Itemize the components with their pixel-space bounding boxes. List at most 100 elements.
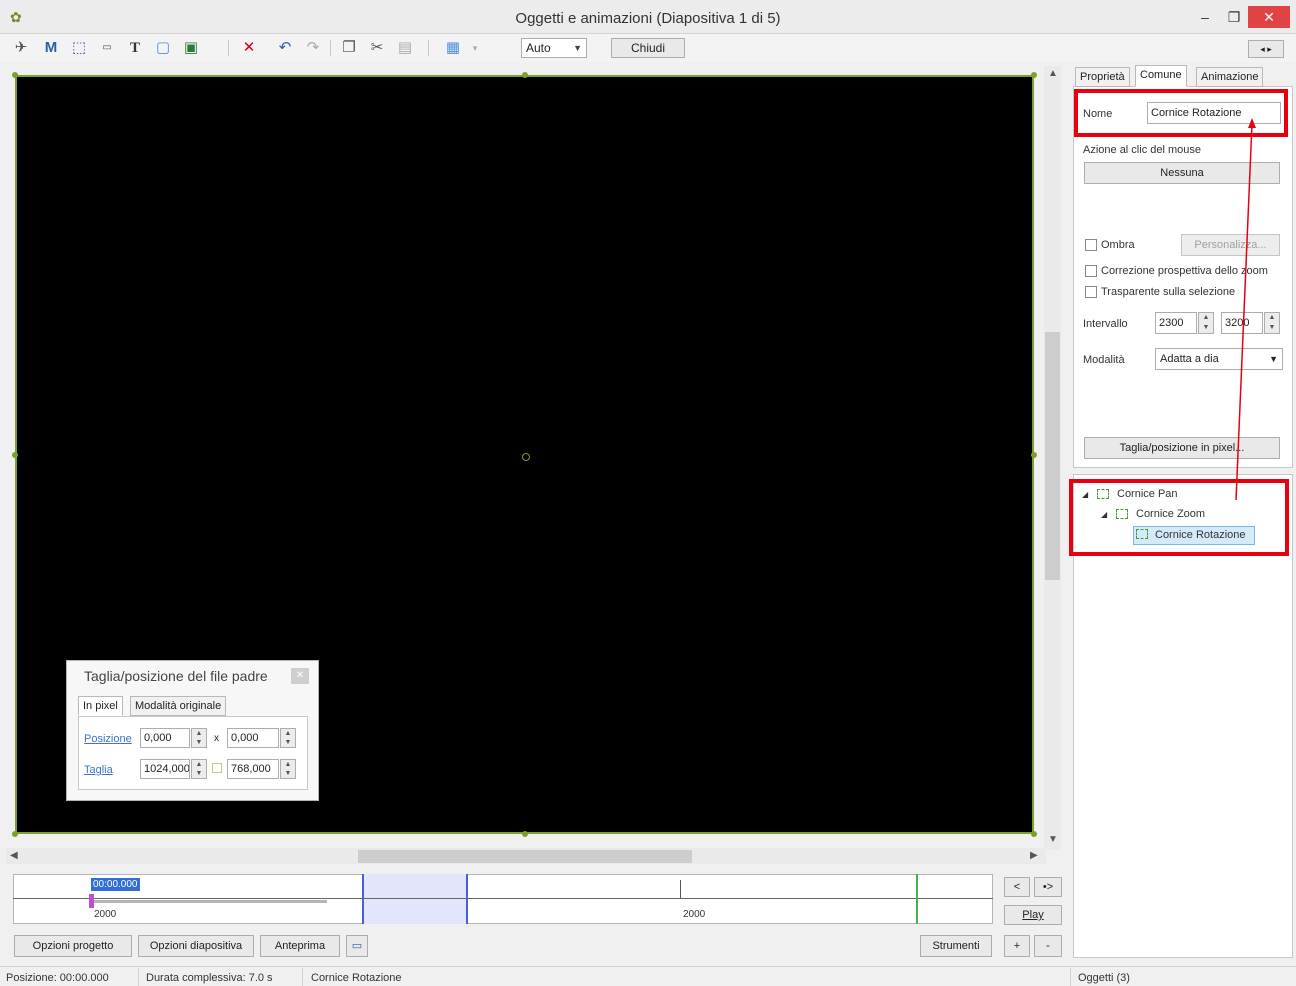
grid-dropdown-icon[interactable]: ▾ — [464, 38, 486, 58]
scroll-left-icon[interactable]: ◀ — [10, 850, 18, 861]
objects-count: Oggetti (3) — [1078, 972, 1130, 984]
position-y-stepper[interactable]: ▲ ▼ — [280, 728, 296, 748]
timeline-label: 2000 — [683, 909, 706, 920]
scroll-down-icon[interactable]: ▼ — [1048, 834, 1058, 845]
mouse-action-label: Azione al clic del mouse — [1083, 144, 1202, 156]
resize-handle-top-left[interactable] — [12, 72, 18, 78]
prev-keyframe-button[interactable]: < — [1004, 877, 1030, 897]
tab-in-pixel[interactable]: In pixel — [78, 696, 123, 716]
status-separator — [302, 968, 303, 986]
resize-handle-bottom[interactable] — [522, 831, 528, 837]
paste-icon[interactable]: ▤ — [394, 38, 416, 58]
dialog-title: Taglia/posizione del file padre — [84, 668, 268, 684]
chevron-down-icon: ▼ — [573, 43, 582, 53]
resize-handle-bottom-right[interactable] — [1031, 831, 1037, 837]
status-duration: Durata complessiva: 7.0 s — [146, 972, 273, 984]
close-icon[interactable]: ✕ — [291, 668, 309, 684]
delete-icon[interactable]: ✕ — [238, 38, 260, 58]
mode-select[interactable]: Adatta a dia ▼ — [1155, 348, 1283, 370]
position-link[interactable]: Posizione — [84, 733, 132, 745]
project-options-button[interactable]: Opzioni progetto — [14, 935, 132, 957]
maximize-button[interactable]: ❐ — [1219, 6, 1249, 28]
scroll-up-icon[interactable]: ▲ — [1048, 68, 1058, 79]
button-icon[interactable]: ▭ — [96, 38, 118, 58]
size-width-input[interactable]: 1024,000 — [140, 759, 190, 779]
mode-label: Modalità — [1083, 354, 1125, 366]
shadow-label: Ombra — [1101, 239, 1135, 251]
close-window-button[interactable]: ✕ — [1248, 6, 1290, 28]
next-keyframe-button[interactable]: •> — [1034, 877, 1062, 897]
interval-from-input[interactable]: 2300 — [1155, 312, 1197, 334]
center-handle[interactable] — [522, 453, 530, 461]
position-x-stepper[interactable]: ▲ ▼ — [191, 728, 207, 748]
interval-from-stepper[interactable]: ▲ ▼ — [1198, 312, 1214, 334]
minimize-button[interactable]: – — [1190, 6, 1220, 28]
annotation-arrow-head — [1248, 118, 1256, 128]
camera-icon[interactable]: ✈ — [10, 38, 32, 58]
transparent-checkbox[interactable] — [1085, 286, 1097, 298]
status-position: Posizione: 00:00.000 — [6, 972, 109, 984]
grid-icon[interactable]: ▦ — [442, 38, 464, 58]
perspective-checkbox[interactable] — [1085, 265, 1097, 277]
annotation-arrow — [1235, 118, 1256, 501]
tab-original-mode[interactable]: Modalità originale — [130, 696, 227, 716]
toolbar-separator — [228, 40, 229, 56]
redo-icon[interactable]: ↷ — [302, 38, 324, 58]
vertical-scroll-thumb[interactable] — [1045, 332, 1060, 580]
undo-icon[interactable]: ↶ — [274, 38, 296, 58]
timeline-selected-range[interactable] — [362, 874, 468, 924]
size-width-stepper[interactable]: ▲ ▼ — [191, 759, 207, 779]
frame-icon[interactable]: ⬚ — [68, 38, 90, 58]
interval-to-stepper[interactable]: ▲ ▼ — [1264, 312, 1280, 334]
timeline-axis — [13, 898, 993, 899]
resize-handle-right[interactable] — [1031, 452, 1037, 458]
status-object-name: Cornice Rotazione — [311, 972, 402, 984]
zoom-select-value: Auto — [526, 41, 551, 55]
slide-options-button[interactable]: Opzioni diapositiva — [138, 935, 254, 957]
position-x-input[interactable]: 0,000 — [140, 728, 190, 748]
copy-icon[interactable]: ❐ — [338, 38, 360, 58]
text-icon[interactable]: T — [124, 38, 146, 58]
monitor-icon[interactable]: ▭ — [346, 935, 368, 957]
interval-label: Intervallo — [1083, 318, 1128, 330]
aspect-lock-checkbox[interactable] — [212, 763, 222, 773]
timeline[interactable] — [13, 874, 993, 924]
zoom-select[interactable]: Auto ▼ — [521, 38, 587, 58]
status-separator — [1070, 968, 1071, 986]
remove-keyframe-button[interactable]: - — [1034, 935, 1062, 957]
resize-handle-top[interactable] — [522, 72, 528, 78]
tab-animation[interactable]: Animazione — [1196, 67, 1264, 87]
rectangle-icon[interactable]: ▢ — [152, 38, 174, 58]
toolbar-separator — [428, 40, 429, 56]
shadow-checkbox[interactable] — [1085, 239, 1097, 251]
size-link[interactable]: Taglia — [84, 764, 113, 776]
image-icon[interactable]: ▣ — [180, 38, 202, 58]
toolbar-separator — [330, 40, 331, 56]
timeline-end-marker[interactable] — [916, 874, 918, 924]
play-button[interactable]: Play — [1004, 905, 1062, 925]
timeline-keyframe[interactable] — [680, 880, 681, 898]
mask-icon[interactable]: M — [40, 38, 62, 58]
position-y-input[interactable]: 0,000 — [227, 728, 279, 748]
transparent-label: Trasparente sulla selezione — [1101, 286, 1236, 298]
chevron-down-icon: ▼ — [1269, 354, 1278, 364]
tab-common[interactable]: Comune — [1135, 65, 1187, 87]
timeline-cursor[interactable] — [89, 894, 94, 908]
tools-button[interactable]: Strumenti — [920, 935, 992, 957]
panel-toggle-button[interactable]: ◂ ▸ — [1248, 40, 1284, 58]
resize-handle-left[interactable] — [12, 452, 18, 458]
size-height-stepper[interactable]: ▲ ▼ — [280, 759, 296, 779]
annotation-arrow-line — [1235, 123, 1253, 501]
resize-handle-bottom-left[interactable] — [12, 831, 18, 837]
add-keyframe-button[interactable]: + — [1004, 935, 1030, 957]
tab-properties[interactable]: Proprietà — [1075, 67, 1130, 87]
preview-button[interactable]: Anteprima — [260, 935, 340, 957]
position-separator: x — [214, 733, 219, 744]
size-height-input[interactable]: 768,000 — [227, 759, 279, 779]
scroll-right-icon[interactable]: ▶ — [1030, 850, 1038, 861]
close-button[interactable]: Chiudi — [611, 38, 685, 58]
cut-icon[interactable]: ✂ — [366, 38, 388, 58]
resize-handle-top-right[interactable] — [1031, 72, 1037, 78]
window-title: Oggetti e animazioni (Diapositiva 1 di 5… — [515, 10, 781, 27]
horizontal-scroll-thumb[interactable] — [358, 850, 692, 863]
